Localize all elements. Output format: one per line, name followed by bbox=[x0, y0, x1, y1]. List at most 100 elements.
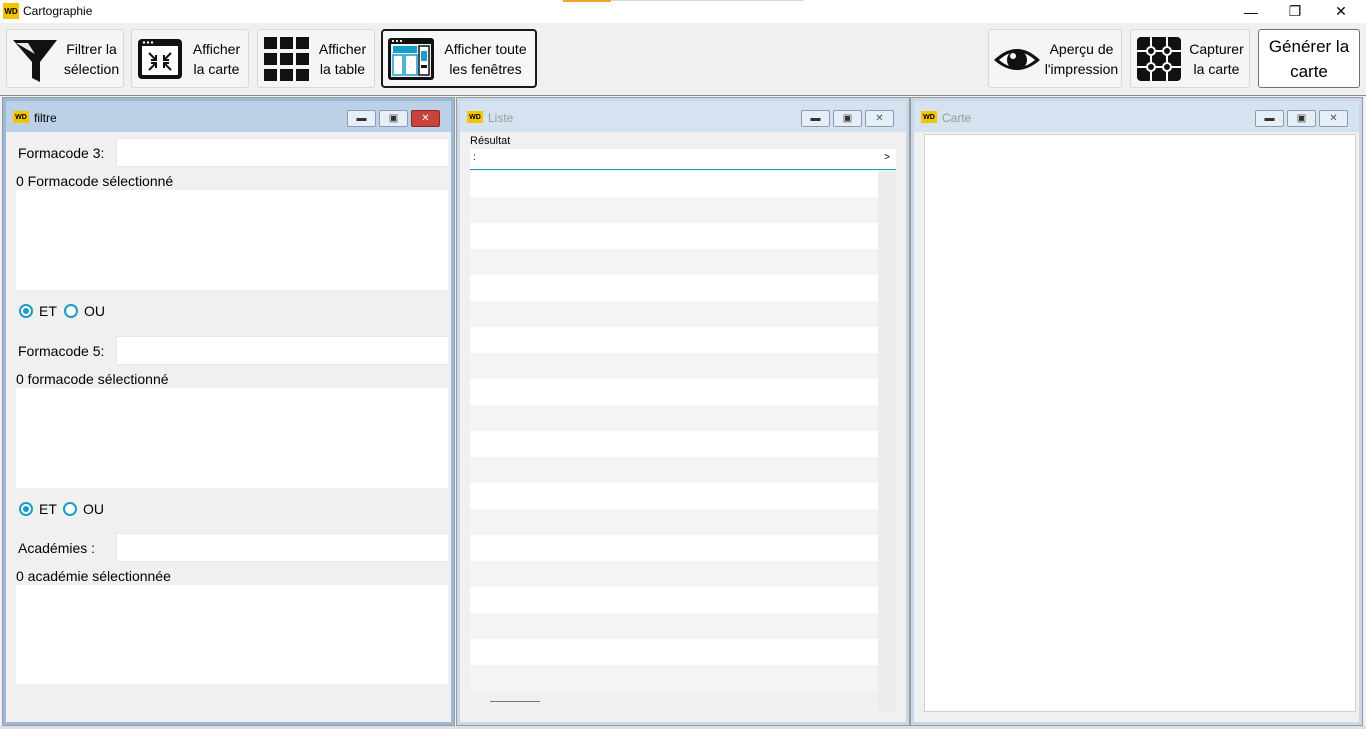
close-icon: ✕ bbox=[421, 113, 430, 124]
table-row[interactable] bbox=[470, 353, 878, 379]
filter-window-title: filtre bbox=[34, 111, 57, 125]
child-minimize-button[interactable]: ▬ bbox=[801, 110, 830, 127]
operator2-ou-label: OU bbox=[83, 501, 104, 517]
child-minimize-button[interactable]: ▬ bbox=[347, 110, 376, 127]
horizontal-scrollbar[interactable] bbox=[470, 693, 878, 711]
result-table-body[interactable] bbox=[470, 171, 878, 693]
academies-input[interactable] bbox=[116, 533, 448, 562]
table-row[interactable] bbox=[470, 457, 878, 483]
wd-logo-icon: WD bbox=[921, 111, 937, 123]
restore-icon: ▣ bbox=[842, 113, 853, 124]
minimize-button[interactable]: — bbox=[1228, 0, 1274, 23]
map-window-caption[interactable]: WD Carte ▬ ▣ ✕ bbox=[914, 101, 1359, 132]
operator1-et-radio[interactable]: ET bbox=[19, 303, 57, 319]
result-column-header[interactable]: : bbox=[473, 152, 476, 163]
child-restore-button[interactable]: ▣ bbox=[833, 110, 862, 127]
titlebar-accent bbox=[563, 0, 611, 2]
table-row[interactable] bbox=[470, 483, 878, 509]
radio-checked-icon bbox=[19, 304, 33, 318]
operator1-ou-label: OU bbox=[84, 303, 105, 319]
child-close-button[interactable]: ✕ bbox=[865, 110, 894, 127]
show-map-label: Afficher la carte bbox=[192, 40, 241, 77]
wd-logo-icon: WD bbox=[13, 111, 29, 123]
radio-checked-icon bbox=[19, 502, 33, 516]
horizontal-scrollbar-thumb[interactable] bbox=[490, 701, 540, 702]
close-icon: ✕ bbox=[1335, 3, 1347, 19]
close-button[interactable]: ✕ bbox=[1318, 0, 1364, 23]
print-preview-label: Aperçu de l'impression bbox=[1044, 40, 1119, 77]
table-row[interactable] bbox=[470, 327, 878, 353]
table-row[interactable] bbox=[470, 431, 878, 457]
map-capture-icon bbox=[1137, 36, 1181, 81]
formacode3-list[interactable] bbox=[16, 190, 448, 290]
result-table-title: Résultat bbox=[470, 135, 511, 147]
formacode3-label: Formacode 3: bbox=[18, 145, 105, 161]
table-row[interactable] bbox=[470, 665, 878, 691]
vertical-scrollbar[interactable] bbox=[878, 171, 896, 711]
wd-logo-icon: WD bbox=[467, 111, 483, 123]
operator2-et-radio[interactable]: ET bbox=[19, 501, 57, 517]
formacode5-input[interactable] bbox=[116, 336, 448, 365]
app-title: Cartographie bbox=[23, 4, 93, 18]
map-window-controls: ▬ ▣ ✕ bbox=[1255, 110, 1348, 127]
show-all-windows-button[interactable]: Afficher toute les fenêtres bbox=[381, 29, 537, 88]
table-row[interactable] bbox=[470, 535, 878, 561]
table-row[interactable] bbox=[470, 561, 878, 587]
formacode5-list[interactable] bbox=[16, 388, 448, 488]
filter-window-controls: ▬ ▣ ✕ bbox=[347, 110, 440, 127]
radio-unchecked-icon bbox=[63, 502, 77, 516]
generate-map-label: Générer la carte bbox=[1268, 36, 1350, 81]
map-canvas[interactable] bbox=[924, 134, 1356, 712]
list-window-title: Liste bbox=[488, 111, 514, 125]
grid-icon bbox=[264, 36, 309, 81]
table-row[interactable] bbox=[470, 197, 878, 223]
formacode3-input[interactable] bbox=[116, 138, 448, 167]
main-toolbar: Filtrer la sélection Afficher la carte A… bbox=[0, 23, 1366, 96]
operator1-et-label: ET bbox=[39, 303, 57, 319]
table-row[interactable] bbox=[470, 171, 878, 197]
capture-map-label: Capturer la carte bbox=[1189, 40, 1244, 77]
show-table-button[interactable]: Afficher la table bbox=[257, 29, 375, 88]
academies-list[interactable] bbox=[16, 585, 448, 684]
operator1-ou-radio[interactable]: OU bbox=[64, 303, 105, 319]
table-row[interactable] bbox=[470, 275, 878, 301]
list-window-caption[interactable]: WD Liste ▬ ▣ ✕ bbox=[460, 101, 906, 132]
table-row[interactable] bbox=[470, 405, 878, 431]
eye-icon bbox=[994, 48, 1040, 70]
generate-map-button[interactable]: Générer la carte bbox=[1258, 29, 1360, 88]
child-close-button[interactable]: ✕ bbox=[1319, 110, 1348, 127]
table-row[interactable] bbox=[470, 249, 878, 275]
operator2-ou-radio[interactable]: OU bbox=[63, 501, 104, 517]
result-table-header[interactable]: : > bbox=[470, 149, 896, 170]
academies-label: Académies : bbox=[18, 540, 96, 556]
restore-icon: ▣ bbox=[1296, 113, 1307, 124]
minimize-icon: — bbox=[1244, 3, 1258, 20]
funnel-icon bbox=[13, 39, 57, 82]
child-restore-button[interactable]: ▣ bbox=[379, 110, 408, 127]
chevron-right-icon[interactable]: > bbox=[884, 152, 890, 163]
restore-icon: ▣ bbox=[388, 113, 399, 124]
show-all-windows-label: Afficher toute les fenêtres bbox=[444, 40, 527, 77]
table-row[interactable] bbox=[470, 587, 878, 613]
table-row[interactable] bbox=[470, 639, 878, 665]
table-row[interactable] bbox=[470, 379, 878, 405]
child-restore-button[interactable]: ▣ bbox=[1287, 110, 1316, 127]
academies-count: 0 académie sélectionnée bbox=[16, 568, 171, 584]
windows-layout-icon bbox=[388, 37, 434, 80]
table-row[interactable] bbox=[470, 301, 878, 327]
restore-button[interactable]: ❐ bbox=[1272, 0, 1318, 23]
filter-window-caption[interactable]: WD filtre ▬ ▣ ✕ bbox=[6, 101, 451, 132]
child-close-button[interactable]: ✕ bbox=[411, 110, 440, 127]
collapse-window-icon bbox=[138, 38, 182, 79]
print-preview-button[interactable]: Aperçu de l'impression bbox=[988, 29, 1122, 88]
table-row[interactable] bbox=[470, 509, 878, 535]
formacode3-count: 0 Formacode sélectionné bbox=[16, 173, 174, 189]
minimize-icon: ▬ bbox=[1264, 113, 1275, 124]
child-minimize-button[interactable]: ▬ bbox=[1255, 110, 1284, 127]
table-row[interactable] bbox=[470, 223, 878, 249]
filter-selection-button[interactable]: Filtrer la sélection bbox=[6, 29, 124, 88]
capture-map-button[interactable]: Capturer la carte bbox=[1130, 29, 1250, 88]
table-row[interactable] bbox=[470, 613, 878, 639]
show-map-button[interactable]: Afficher la carte bbox=[131, 29, 249, 88]
minimize-icon: ▬ bbox=[356, 113, 367, 124]
